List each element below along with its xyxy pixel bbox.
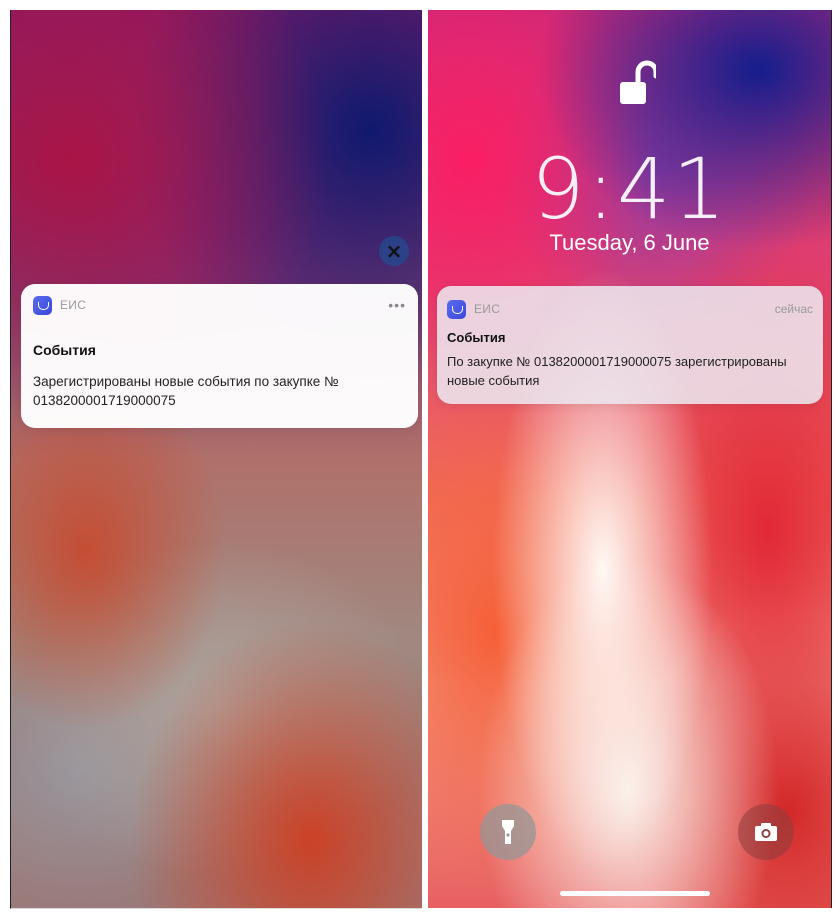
notification-body: Зарегистрированы новые события по закупк…	[33, 374, 339, 408]
screen-expanded-notification: × ЕИС ••• События Зарегистрированы новые…	[10, 10, 422, 909]
notification-app-name: ЕИС	[60, 298, 87, 312]
notification-title: События	[33, 342, 96, 358]
more-dots-icon[interactable]: •••	[388, 297, 406, 313]
notification-body: По закупке № 0138200001719000075 зарегис…	[447, 354, 787, 388]
close-button[interactable]: ×	[379, 236, 409, 266]
close-icon: ×	[385, 239, 403, 263]
eis-app-icon	[447, 299, 466, 319]
flashlight-icon	[502, 820, 514, 844]
notification-card-lockscreen[interactable]: ЕИС сейчас События По закупке № 01382000…	[437, 286, 823, 404]
notification-header: ЕИС сейчас	[447, 298, 813, 320]
eis-app-icon	[33, 295, 52, 315]
notification-time: сейчас	[774, 302, 813, 316]
notification-title: События	[447, 330, 506, 345]
camera-button[interactable]	[738, 804, 794, 860]
notification-app-name: ЕИС	[474, 302, 501, 316]
unlocked-padlock-icon	[620, 60, 656, 104]
lock-screen-time: 9:41	[531, 140, 728, 238]
flashlight-button[interactable]	[480, 804, 536, 860]
home-indicator[interactable]	[560, 891, 710, 896]
notification-card-expanded[interactable]: ЕИС ••• События Зарегистрированы новые с…	[21, 284, 418, 428]
camera-icon	[755, 823, 777, 841]
lock-screen-date: Tuesday, 6 June	[549, 230, 710, 255]
comparison-frame: × ЕИС ••• События Зарегистрированы новые…	[0, 0, 835, 914]
screen-lock-screen: 9:41 Tuesday, 6 June ЕИС сейчас События …	[428, 10, 832, 908]
notification-header: ЕИС •••	[33, 294, 406, 316]
